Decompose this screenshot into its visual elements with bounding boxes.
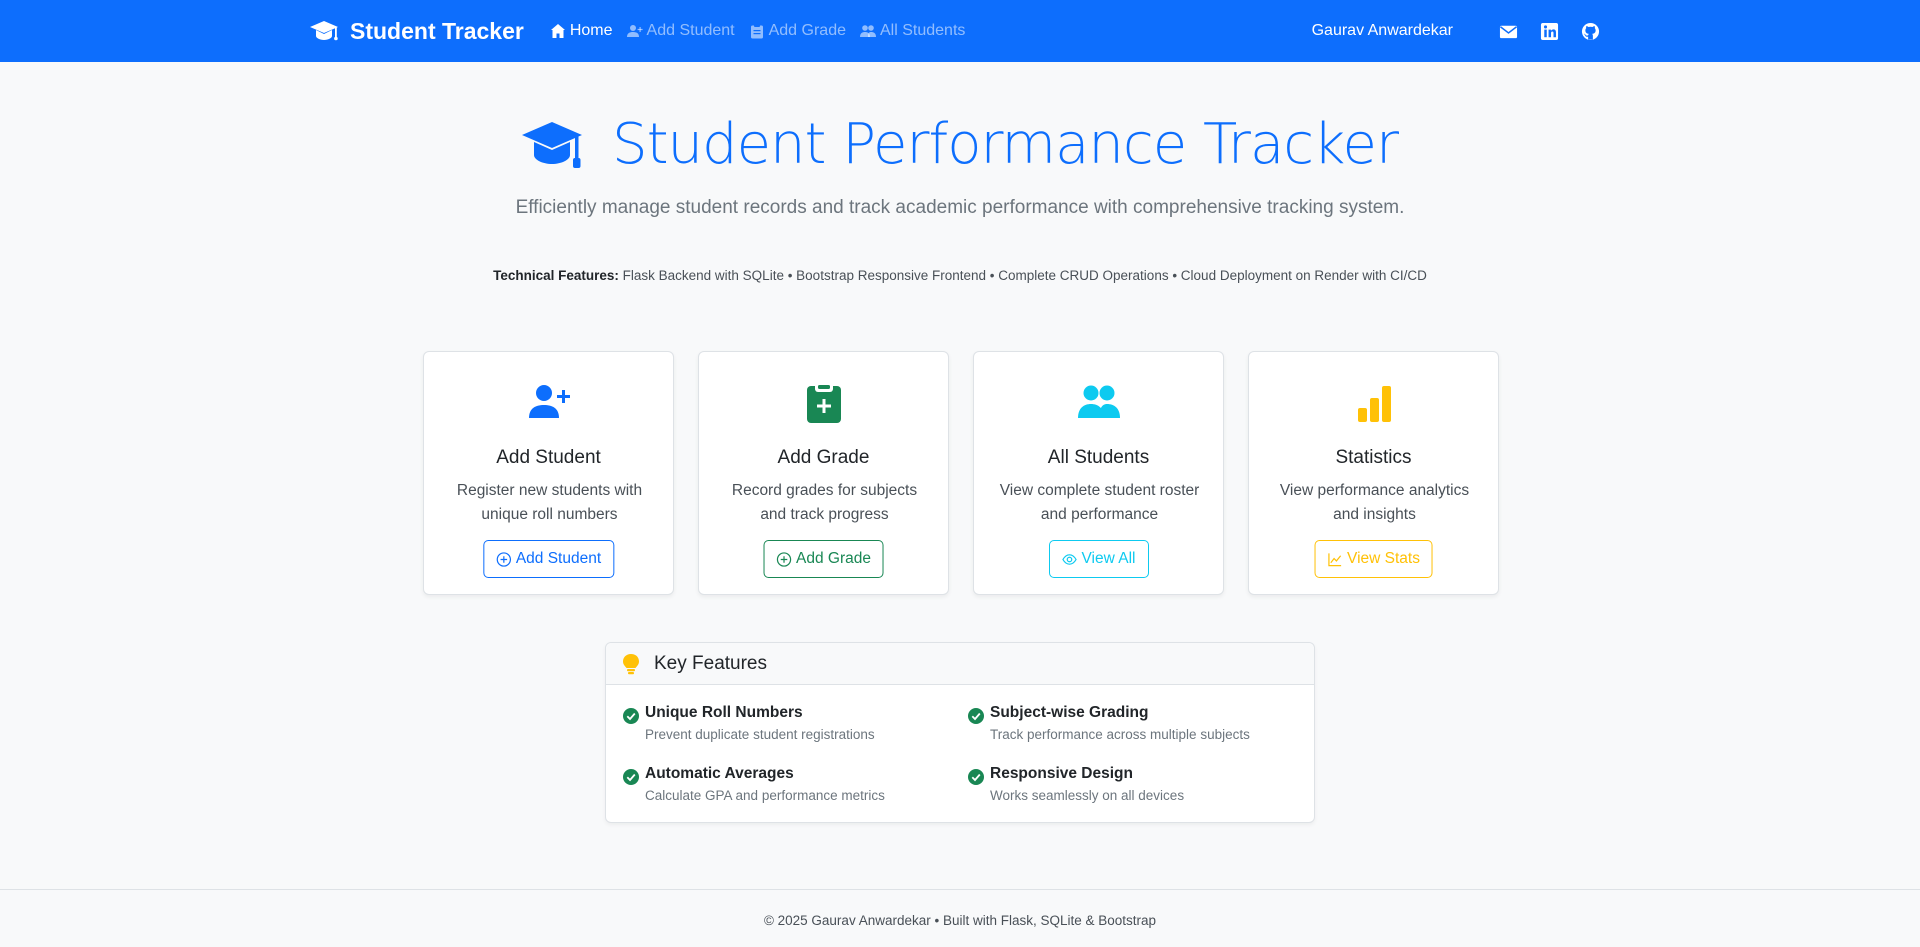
feature-description: Track performance across multiple subjec… [990, 727, 1250, 742]
footer: © 2025 Gaurav Anwardekar • Built with Fl… [0, 889, 1920, 947]
add-grade-button[interactable]: Add Grade [763, 540, 884, 578]
brand-link[interactable]: Student Tracker [310, 18, 524, 45]
card-title: All Students [1047, 447, 1150, 468]
user-name: Gaurav Anwardekar [1311, 22, 1453, 39]
graduation-cap-icon [310, 21, 338, 41]
navbar: Student Tracker Home Add Student Add Gra… [0, 0, 1920, 62]
nav-add-grade-label: Add Grade [768, 22, 846, 39]
people-icon [1077, 385, 1120, 418]
card-title: Add Student [496, 447, 601, 468]
card-title: Statistics [1335, 447, 1412, 468]
check-circle-icon [968, 769, 984, 785]
linkedin-icon[interactable] [1539, 21, 1559, 41]
view-stats-button-label: View Stats [1347, 550, 1420, 567]
nav-all-students[interactable]: All Students [860, 22, 965, 40]
lightbulb-icon [623, 653, 639, 674]
nav-add-student-label: Add Student [646, 22, 735, 39]
graph-up-icon [1327, 552, 1341, 566]
key-features-title: Key Features [654, 652, 767, 674]
add-student-button-label: Add Student [515, 550, 602, 567]
eye-icon [1061, 553, 1077, 565]
key-features-header: Key Features [606, 643, 1314, 685]
technical-features: Technical Features: Flask Backend with S… [0, 268, 1920, 283]
github-icon[interactable] [1580, 21, 1600, 41]
view-all-button-label: View All [1081, 550, 1136, 567]
brand-name: Student Tracker [350, 17, 524, 44]
hero-heading: Student Performance Tracker [0, 112, 1920, 177]
feature-description: Calculate GPA and performance metrics [645, 788, 885, 803]
envelope-icon[interactable] [1498, 21, 1518, 41]
feature-title: Unique Roll Numbers [645, 704, 803, 721]
add-student-button[interactable]: Add Student [482, 540, 615, 578]
nav-links: Home Add Student Add Grade All Students [550, 22, 980, 40]
bar-chart-icon [1357, 386, 1391, 422]
card-description: Record grades for subjects and track pro… [731, 482, 918, 523]
card-all-students: All Students View complete student roste… [973, 351, 1224, 595]
feature-title: Responsive Design [990, 765, 1133, 782]
nav-home[interactable]: Home [550, 22, 613, 40]
feature-description: Prevent duplicate student registrations [645, 727, 875, 742]
nav-add-student[interactable]: Add Student [626, 22, 735, 40]
key-features-card: Key Features Unique Roll Numbers Prevent… [605, 642, 1315, 823]
card-description: View performance analytics and insights [1279, 482, 1470, 523]
feature-title: Automatic Averages [645, 765, 794, 782]
feature-description: Works seamlessly on all devices [990, 788, 1185, 803]
nav-add-grade[interactable]: Add Grade [749, 22, 846, 40]
card-add-grade: Add Grade Record grades for subjects and… [698, 351, 949, 595]
clipboard-icon [750, 24, 763, 39]
card-description: Register new students with unique roll n… [456, 482, 643, 523]
nav-all-students-label: All Students [880, 22, 966, 39]
house-icon [550, 24, 565, 38]
card-description: View complete student roster and perform… [999, 482, 1200, 523]
feature-title: Subject-wise Grading [990, 704, 1149, 721]
view-all-button[interactable]: View All [1048, 540, 1149, 578]
navbar-container: Student Tracker Home Add Student Add Gra… [310, 0, 1600, 62]
view-stats-button[interactable]: View Stats [1314, 540, 1433, 578]
graduation-cap-icon [522, 121, 583, 168]
card-add-student: Add Student Register new students with u… [423, 351, 674, 595]
plus-circle-icon [776, 551, 791, 567]
card-statistics: Statistics View performance analytics an… [1248, 351, 1499, 595]
hero-lead: Efficiently manage student records and t… [515, 197, 1405, 218]
nav-right: Gaurav Anwardekar [1312, 21, 1600, 41]
person-plus-icon [626, 25, 643, 37]
technical-features-text: Flask Backend with SQLite • Bootstrap Re… [618, 268, 1427, 283]
check-circle-icon [623, 708, 639, 724]
page-title: Student Performance Tracker [612, 112, 1399, 177]
clipboard-plus-icon [806, 382, 841, 423]
card-title: Add Grade [777, 447, 870, 468]
check-circle-icon [968, 708, 984, 724]
technical-features-label: Technical Features: [493, 268, 619, 283]
people-icon [860, 25, 876, 37]
add-grade-button-label: Add Grade [796, 550, 871, 567]
plus-circle-icon [496, 551, 511, 567]
person-plus-icon [528, 385, 570, 418]
check-circle-icon [623, 769, 639, 785]
nav-home-label: Home [569, 22, 613, 39]
